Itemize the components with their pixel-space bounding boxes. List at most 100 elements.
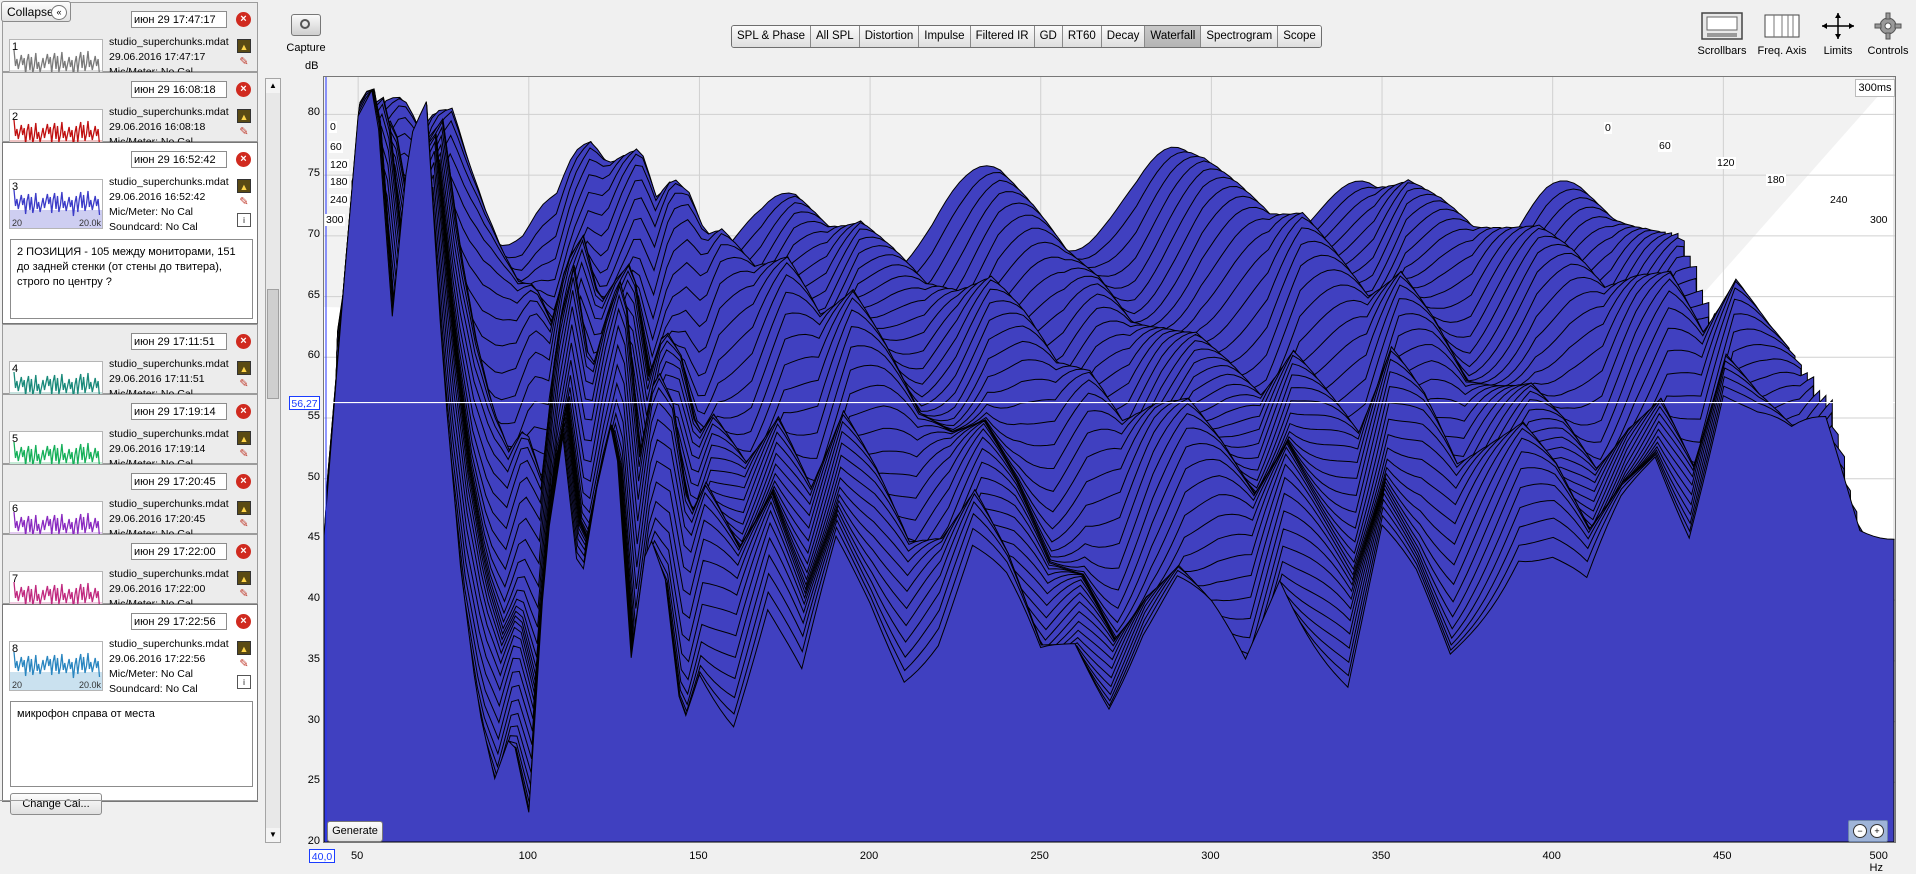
- y-tick-label: 80: [307, 106, 320, 119]
- waterfall-plot-area[interactable]: [323, 76, 1896, 843]
- measurement-timestamp: 29.06.2016 17:19:14: [109, 443, 206, 455]
- measurement-item[interactable]: 2020.0k4июн 29 17:11:51×studio_superchun…: [2, 324, 258, 411]
- delete-measurement-icon[interactable]: ×: [236, 544, 251, 559]
- info-doc-icon[interactable]: i: [237, 213, 251, 227]
- delete-measurement-icon[interactable]: ×: [236, 152, 251, 167]
- tab-all-spl[interactable]: All SPL: [810, 26, 860, 47]
- zoom-out-icon[interactable]: −: [1853, 824, 1867, 838]
- calibration-icon[interactable]: ▲: [237, 109, 251, 123]
- tab-decay[interactable]: Decay: [1101, 26, 1146, 47]
- measurement-item[interactable]: 20 20.0k 8 июн 29 17:22:56 × studio_superchun…: [2, 604, 258, 815]
- measurement-panel: 20 20.0k 1 июн 29 17:47:17 × studio_superchun…: [0, 0, 282, 867]
- zoom-in-icon[interactable]: +: [1870, 824, 1884, 838]
- measurement-title-field[interactable]: июн 29 17:47:17: [131, 11, 227, 28]
- time-slice-label-left: 60: [329, 141, 343, 153]
- limits-button[interactable]: Limits: [1818, 12, 1858, 57]
- tab-rt60[interactable]: RT60: [1062, 26, 1102, 47]
- pen-icon[interactable]: ✎: [237, 125, 251, 139]
- controls-gear-icon: [1874, 12, 1902, 40]
- measurement-item[interactable]: 2020.0k5июн 29 17:19:14×studio_superchun…: [2, 394, 258, 481]
- calibration-icon[interactable]: ▲: [237, 179, 251, 193]
- zoom-control[interactable]: − +: [1848, 820, 1888, 842]
- measurement-number: 2: [12, 111, 19, 123]
- tab-spl-phase[interactable]: SPL & Phase: [732, 26, 811, 47]
- measurement-item[interactable]: 2020.0k7июн 29 17:22:00×studio_superchun…: [2, 534, 258, 621]
- generate-button[interactable]: Generate: [327, 821, 383, 842]
- y-tick-label: 65: [307, 288, 320, 301]
- calibration-icon[interactable]: ▲: [237, 501, 251, 515]
- pen-icon[interactable]: ✎: [237, 195, 251, 209]
- delete-measurement-icon[interactable]: ×: [236, 474, 251, 489]
- pen-icon[interactable]: ✎: [237, 587, 251, 601]
- measurement-filename: studio_superchunks.mdat: [109, 176, 229, 188]
- measurement-title-field[interactable]: июн 29 17:11:51: [131, 333, 227, 350]
- capture-button[interactable]: Capture: [286, 14, 326, 58]
- tab-distortion[interactable]: Distortion: [859, 26, 920, 47]
- controls-button[interactable]: Controls: [1866, 12, 1910, 57]
- calibration-icon[interactable]: ▲: [237, 431, 251, 445]
- measurement-title-field[interactable]: июн 29 16:52:42: [131, 151, 227, 168]
- cursor-y-readout: 56,27: [289, 396, 320, 410]
- measurement-notes[interactable]: микрофон справа от места: [10, 701, 253, 787]
- delete-measurement-icon[interactable]: ×: [236, 82, 251, 97]
- x-tick-label: 250: [1030, 850, 1049, 862]
- scrollbar-thumb[interactable]: [267, 289, 279, 399]
- measurement-title-field[interactable]: июн 29 17:20:45: [131, 473, 227, 490]
- pen-icon[interactable]: ✎: [237, 657, 251, 671]
- y-tick-label: 75: [307, 167, 320, 180]
- scrollbars-button[interactable]: Scrollbars: [1697, 12, 1747, 57]
- calibration-icon[interactable]: ▲: [237, 39, 251, 53]
- tab-spectrogram[interactable]: Spectrogram: [1201, 26, 1279, 47]
- tab-filtered-ir[interactable]: Filtered IR: [970, 26, 1035, 47]
- pen-icon[interactable]: ✎: [237, 447, 251, 461]
- measurement-title-field[interactable]: июн 29 17:19:14: [131, 403, 227, 420]
- info-doc-icon[interactable]: i: [237, 675, 251, 689]
- time-slice-label-right: 60: [1658, 140, 1672, 152]
- tab-scope[interactable]: Scope: [1278, 26, 1321, 47]
- delete-measurement-icon[interactable]: ×: [236, 614, 251, 629]
- time-slice-label-left: 240: [329, 194, 349, 206]
- measurement-soundcard-cal: Soundcard: No Cal: [109, 221, 198, 233]
- measurement-timestamp: 29.06.2016 17:47:17: [109, 51, 206, 63]
- scroll-down-arrow-icon[interactable]: ▼: [266, 828, 280, 842]
- time-slice-label-left: 180: [329, 176, 349, 188]
- y-tick-label: 20: [307, 835, 320, 847]
- measurement-timestamp: 29.06.2016 17:20:45: [109, 513, 206, 525]
- tab-waterfall[interactable]: Waterfall: [1145, 26, 1202, 47]
- freq-axis-button[interactable]: Freq. Axis: [1756, 12, 1808, 57]
- measurement-thumbnail[interactable]: 20 20.0k: [9, 641, 103, 691]
- cursor-x-readout: 40,0: [309, 849, 335, 863]
- measurement-item[interactable]: 2020.0k2июн 29 16:08:18×studio_superchun…: [2, 72, 258, 159]
- measurement-thumbnail[interactable]: 20 20.0k: [9, 179, 103, 229]
- calibration-icon[interactable]: ▲: [237, 641, 251, 655]
- tab-impulse[interactable]: Impulse: [919, 26, 971, 47]
- pen-icon[interactable]: ✎: [237, 55, 251, 69]
- change-cal-button[interactable]: Change Cal...: [10, 793, 102, 815]
- scroll-up-arrow-icon[interactable]: ▲: [266, 79, 280, 93]
- measurement-title-field[interactable]: июн 29 17:22:56: [131, 613, 227, 630]
- measurement-title-field[interactable]: июн 29 17:22:00: [131, 543, 227, 560]
- measurement-title-field[interactable]: июн 29 16:08:18: [131, 81, 227, 98]
- tab-gd[interactable]: GD: [1034, 26, 1063, 47]
- measurement-list-scrollbar[interactable]: ▲ ▼: [265, 78, 281, 843]
- y-tick-label: 25: [307, 774, 320, 787]
- delete-measurement-icon[interactable]: ×: [236, 404, 251, 419]
- measurement-filename: studio_superchunks.mdat: [109, 36, 229, 48]
- y-tick-label: 70: [307, 227, 320, 240]
- pen-icon[interactable]: ✎: [237, 517, 251, 531]
- y-tick-label: 45: [307, 531, 320, 544]
- measurement-timestamp: 29.06.2016 17:11:51: [109, 373, 205, 385]
- calibration-icon[interactable]: ▲: [237, 571, 251, 585]
- thumb-axis-max: 20.0k: [78, 218, 101, 228]
- pen-icon[interactable]: ✎: [237, 377, 251, 391]
- measurement-notes[interactable]: 2 ПОЗИЦИЯ - 105 между мониторами, 151 до…: [10, 239, 253, 319]
- measurement-item[interactable]: 2020.0k6июн 29 17:20:45×studio_superchun…: [2, 464, 258, 551]
- x-tick-label: 300: [1201, 850, 1220, 862]
- measurement-item[interactable]: 20 20.0k 3 июн 29 16:52:42 × studio_superchun…: [2, 142, 258, 347]
- collapse-button[interactable]: Collapse «: [1, 1, 71, 22]
- calibration-icon[interactable]: ▲: [237, 361, 251, 375]
- delete-measurement-icon[interactable]: ×: [236, 334, 251, 349]
- delete-measurement-icon[interactable]: ×: [236, 12, 251, 27]
- thumb-axis-max: 20.0k: [78, 680, 101, 690]
- freq-axis-icon: [1764, 12, 1800, 40]
